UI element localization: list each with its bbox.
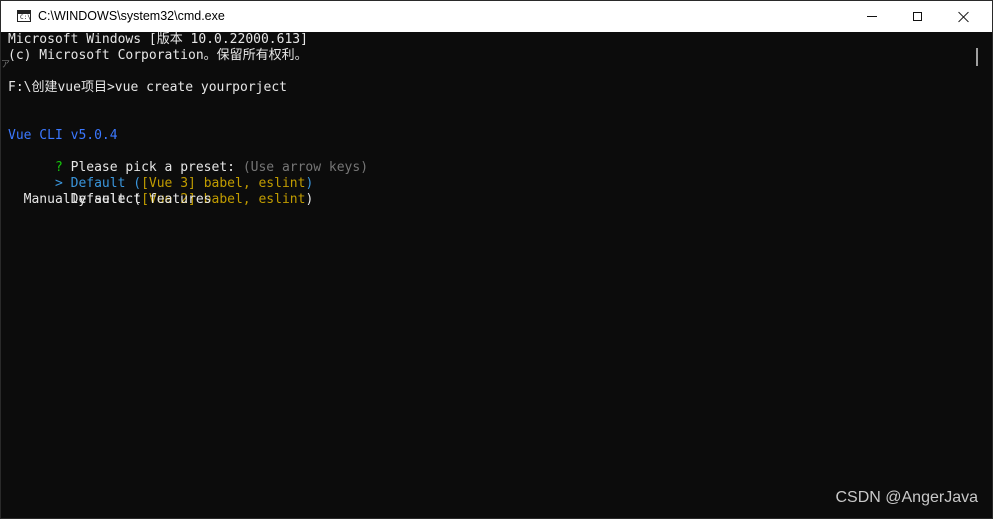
preset-prompt: ? Please pick a preset: (Use arrow keys) [8, 144, 368, 175]
window-title: C:\WINDOWS\system32\cmd.exe [38, 9, 225, 23]
maximize-button[interactable] [894, 1, 940, 32]
preset-option-vue2[interactable]: Default ([Vue 2] babel, eslint) [8, 176, 314, 207]
maximize-icon [912, 12, 922, 21]
minimize-icon [867, 16, 877, 17]
console-line-copyright: (c) Microsoft Corporation。保留所有权利。 [8, 48, 308, 63]
close-button[interactable] [941, 1, 987, 32]
option-end: ) [305, 192, 314, 207]
close-icon [958, 11, 970, 23]
console-line-version: Microsoft Windows [版本 10.0.22000.613] [8, 32, 308, 47]
console-stray-mark: ア [1, 60, 11, 70]
vertical-scrollbar[interactable] [969, 32, 992, 518]
scrollbar-thumb[interactable] [976, 48, 978, 66]
vue-cli-version: Vue CLI v5.0.4 [8, 128, 118, 143]
minimize-button[interactable] [849, 1, 895, 32]
cmd-icon-glyph: C:\ [20, 14, 31, 21]
cmd-window: C:\ C:\WINDOWS\system32\cmd.exe ア Micros… [0, 0, 993, 519]
console-output[interactable]: Microsoft Windows [版本 10.0.22000.613] (c… [8, 32, 963, 512]
watermark: CSDN @AngerJava [835, 489, 978, 506]
preset-option-vue3[interactable]: > Default ([Vue 3] babel, eslint) [8, 160, 313, 191]
cmd-icon[interactable]: C:\ [17, 10, 31, 22]
console-line-command: F:\创建vue项目>vue create yourporject [8, 80, 287, 95]
title-bar[interactable]: C:\ C:\WINDOWS\system32\cmd.exe [1, 1, 992, 32]
preset-option-manual[interactable]: Manually select features [8, 192, 212, 208]
